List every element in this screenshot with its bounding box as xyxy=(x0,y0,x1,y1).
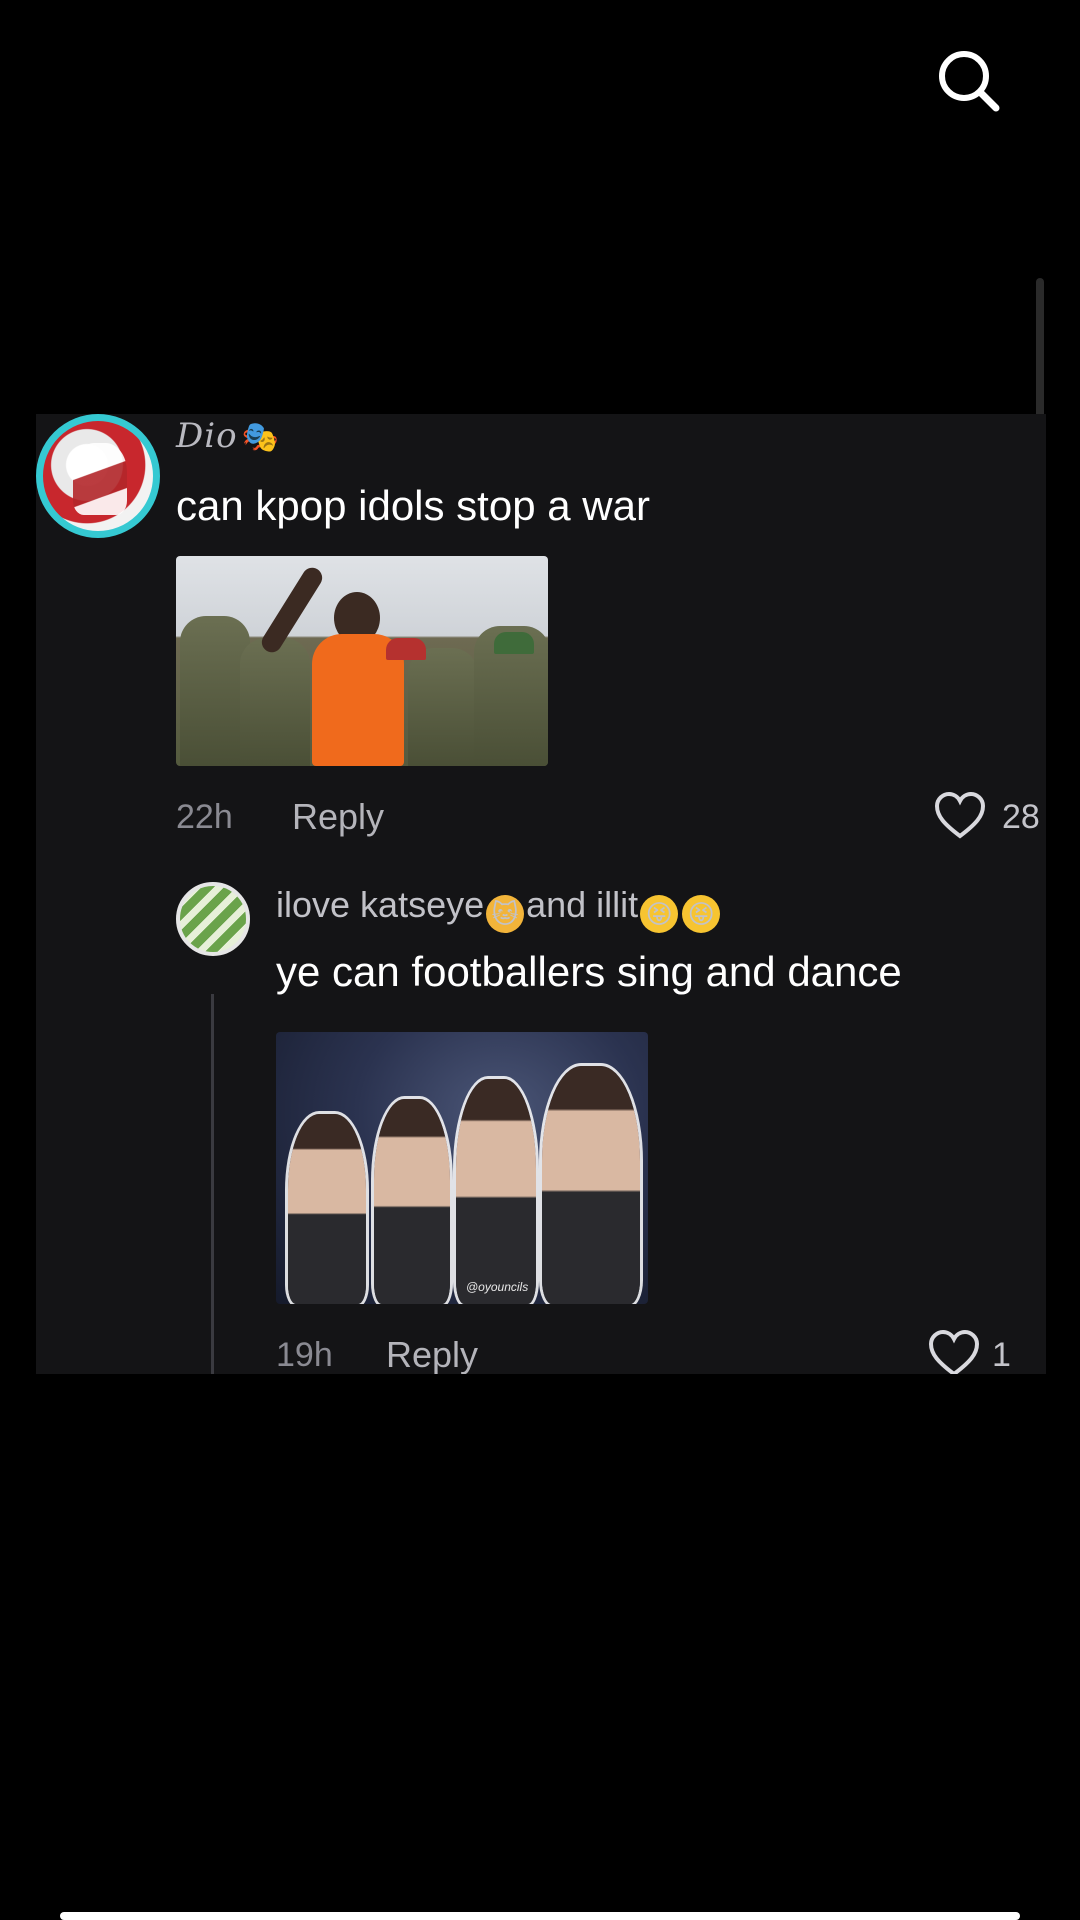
comments-panel: Dio 🎭 can kpop idols stop a war 22h Reply… xyxy=(36,414,1046,1374)
photo-soldier xyxy=(240,638,310,766)
avatar-figure xyxy=(73,443,127,515)
squinting-tongue-emoji-icon: 😝 xyxy=(682,895,721,933)
reply-button[interactable]: Reply xyxy=(292,796,384,838)
comment-text: can kpop idols stop a war xyxy=(176,482,650,529)
comment-photo[interactable] xyxy=(176,556,548,766)
avatar[interactable] xyxy=(36,414,160,538)
photo-dancer xyxy=(374,1099,450,1304)
like-button[interactable] xyxy=(928,1329,980,1374)
screen: Dio 🎭 can kpop idols stop a war 22h Reply… xyxy=(0,0,1080,1920)
reply-text: ye can footballers sing and dance xyxy=(276,948,902,995)
heart-outline-icon xyxy=(934,791,986,839)
reply-time: 19h xyxy=(276,1336,333,1374)
home-indicator[interactable] xyxy=(60,1912,1020,1920)
comment-username[interactable]: Dio 🎭 xyxy=(176,416,280,456)
photo-dancer xyxy=(542,1066,640,1304)
reply-button[interactable]: Reply xyxy=(386,1334,478,1374)
photo-dancer xyxy=(288,1114,366,1304)
photo-watermark: @oyouncils xyxy=(466,1280,529,1294)
like-count: 28 xyxy=(1002,798,1040,836)
username-text: ilove katseye xyxy=(276,884,485,925)
photo-dancer xyxy=(456,1079,536,1304)
photo-soldier xyxy=(408,648,478,766)
thread-line xyxy=(211,994,214,1374)
comment-time: 22h xyxy=(176,798,233,836)
like-button[interactable] xyxy=(934,791,986,845)
search-button[interactable] xyxy=(934,46,1004,116)
photo-green-beret xyxy=(494,632,534,654)
heart-outline-icon xyxy=(928,1329,980,1374)
cat-emoji-icon: 🐱 xyxy=(486,895,525,933)
reply-photo[interactable]: @oyouncils xyxy=(276,1032,648,1304)
avatar[interactable] xyxy=(176,882,250,956)
search-icon xyxy=(939,51,1000,112)
theater-masks-icon: 🎭 xyxy=(241,420,280,455)
username-text: and illit xyxy=(526,884,639,925)
username-text: Dio xyxy=(176,416,238,456)
photo-red-beret xyxy=(386,638,426,660)
like-count: 1 xyxy=(992,1336,1011,1374)
squinting-tongue-emoji-icon: 😝 xyxy=(640,895,679,933)
reply-username[interactable]: ilove katseye 🐱 and illit 😝 😝 xyxy=(276,884,722,933)
